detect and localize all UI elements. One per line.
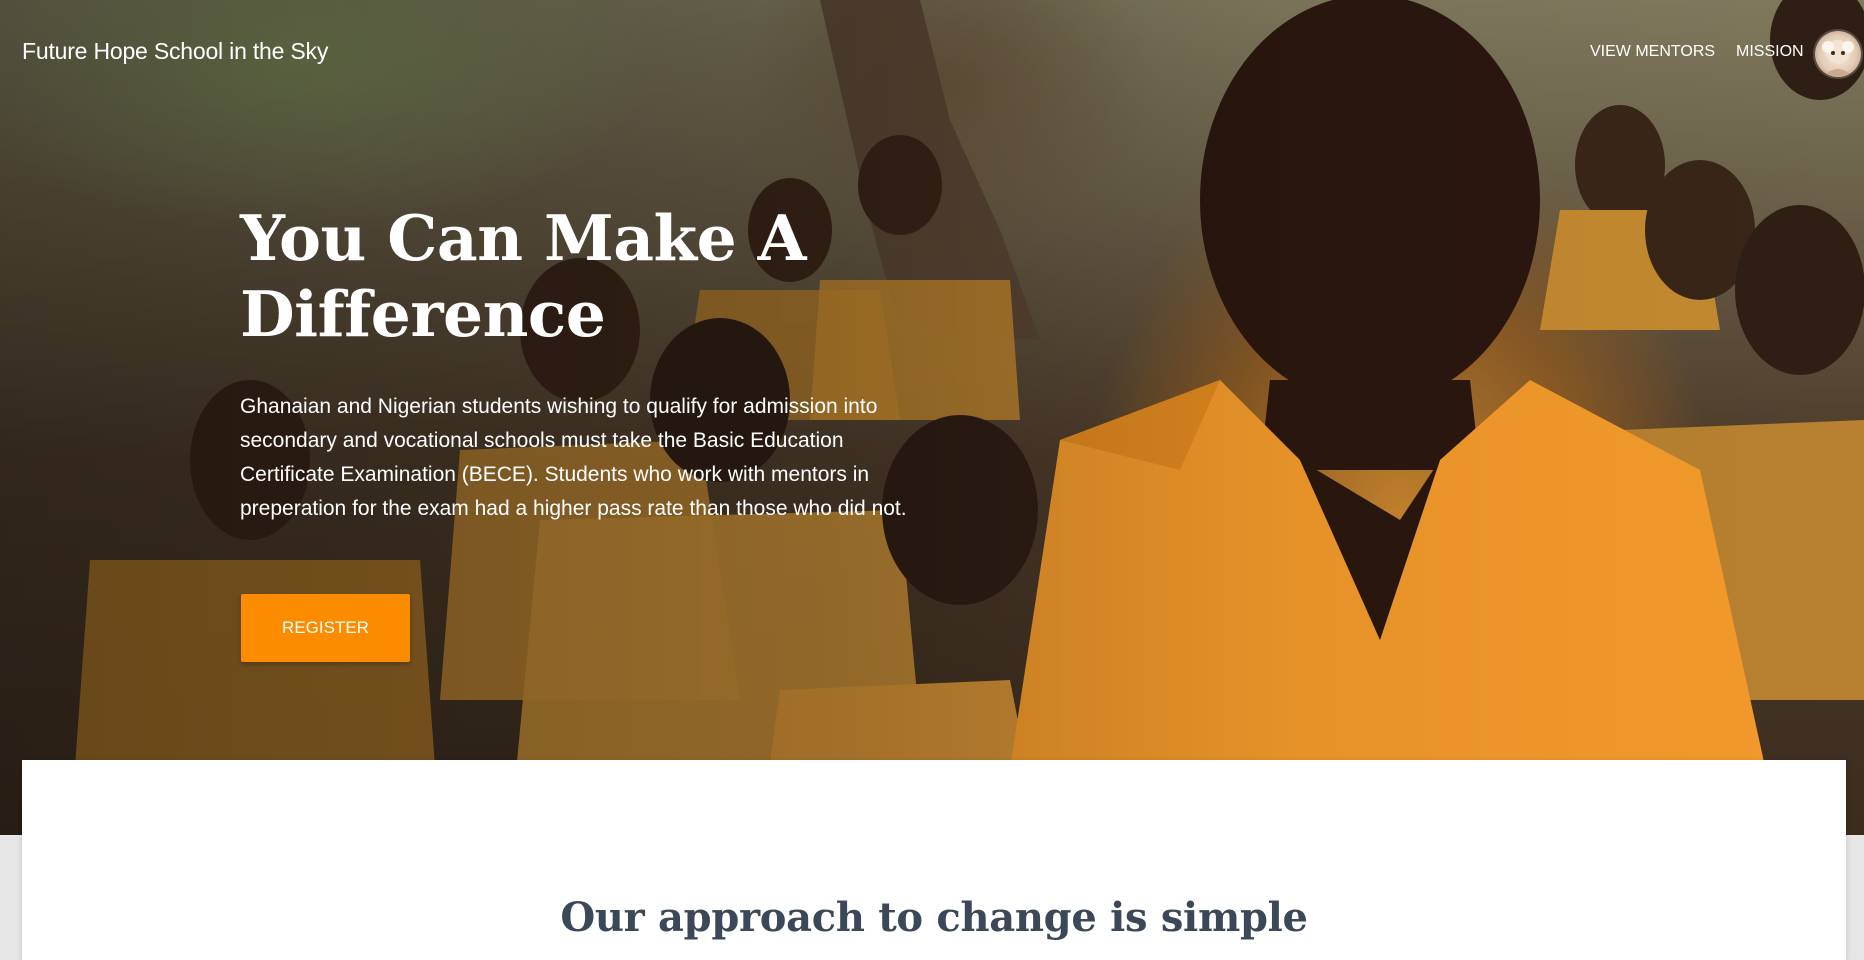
main-content-card: Our approach to change is simple: [22, 760, 1846, 960]
hero-headline-line1: You Can Make A: [240, 201, 807, 275]
hero-headline-line2: Difference: [240, 277, 606, 351]
nav-view-mentors[interactable]: VIEW MENTORS: [1590, 43, 1715, 61]
user-avatar-icon[interactable]: [1815, 31, 1861, 77]
hero-content: You Can Make A Difference Ghanaian and N…: [240, 200, 920, 526]
register-button[interactable]: REGISTER: [241, 594, 410, 662]
avatar-graphic: [1822, 40, 1854, 77]
hero-headline: You Can Make A Difference: [240, 200, 920, 352]
nav-mission[interactable]: MISSION: [1736, 43, 1804, 61]
hero-description: Ghanaian and Nigerian students wishing t…: [240, 395, 907, 520]
navbar: Future Hope School in the Sky VIEW MENTO…: [0, 0, 1864, 104]
brand-link[interactable]: Future Hope School in the Sky: [22, 38, 328, 65]
section-title: Our approach to change is simple: [560, 894, 1308, 941]
